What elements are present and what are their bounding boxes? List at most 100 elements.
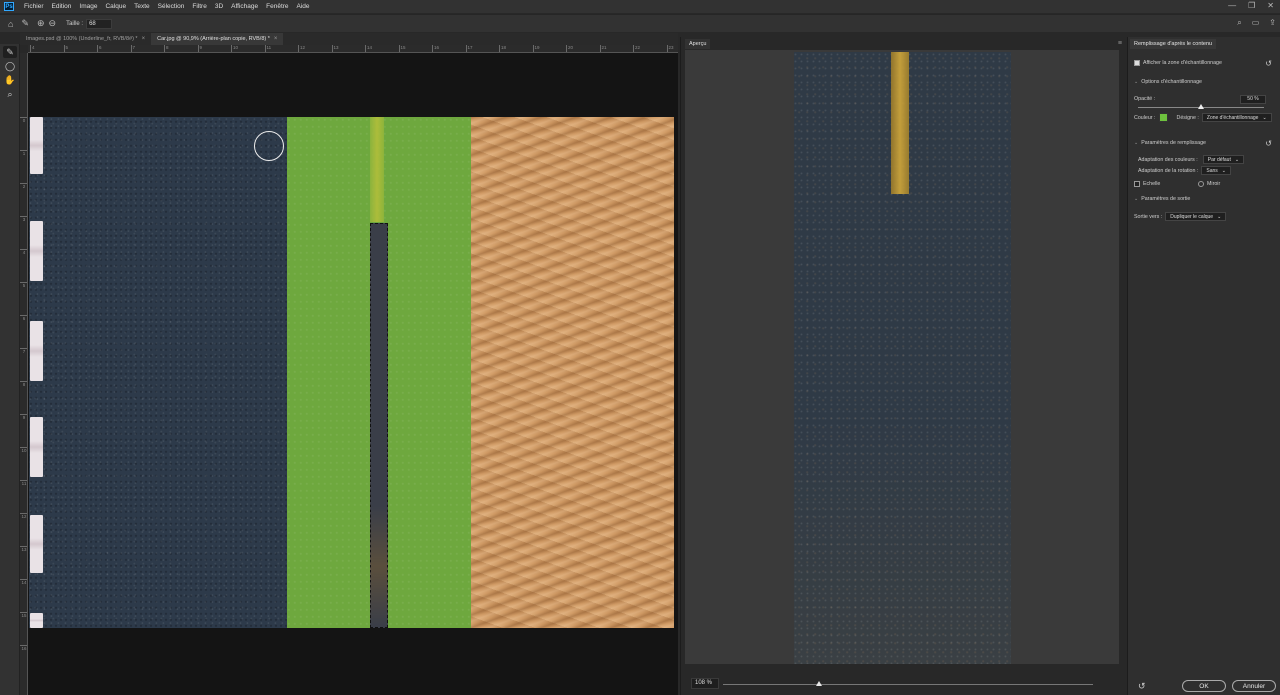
opacity-row: Opacité : bbox=[1134, 96, 1155, 102]
opacity-input[interactable]: 50 % bbox=[1240, 95, 1266, 104]
color-label: Couleur : bbox=[1134, 114, 1156, 121]
reset-icon[interactable]: ↺ bbox=[1265, 59, 1272, 68]
ruler-tick: 12 bbox=[298, 45, 305, 52]
ruler-tick: 20 bbox=[566, 45, 573, 52]
content-aware-fill-panel: Remplissage d'après le contenu Afficher … bbox=[1127, 37, 1280, 695]
ok-button[interactable]: OK bbox=[1182, 680, 1226, 692]
chevron-down-icon: ⌄ bbox=[1234, 156, 1240, 163]
size-input[interactable]: 68 bbox=[86, 18, 113, 29]
preview-image bbox=[794, 52, 1011, 664]
menu-fichier[interactable]: Fichier bbox=[24, 3, 44, 10]
chevron-down-icon: ⌄ bbox=[1134, 79, 1139, 85]
ruler-tick: 8 bbox=[164, 45, 169, 52]
zoom-slider[interactable] bbox=[723, 681, 1093, 686]
ruler-tick: 21 bbox=[599, 45, 607, 52]
tab-label: Images.psd @ 100% (Underline_fr, RVB/8#)… bbox=[26, 36, 138, 42]
sampling-options-header[interactable]: ⌄ Options d'échantillonnage bbox=[1134, 79, 1202, 85]
yellow-line-remnant bbox=[370, 117, 384, 222]
ruler-tick: 6 bbox=[97, 45, 102, 52]
output-dropdown[interactable]: Dupliquer le calque ⌄ bbox=[1165, 212, 1227, 221]
share-icon[interactable]: ⇪ bbox=[1269, 18, 1276, 28]
menu-aide[interactable]: Aide bbox=[297, 3, 310, 10]
menu-edition[interactable]: Edition bbox=[52, 3, 72, 10]
opacity-slider[interactable] bbox=[1138, 104, 1264, 109]
zoom-icon[interactable]: ⌕ bbox=[3, 88, 17, 100]
fill-settings-header[interactable]: ⌄ Paramètres de remplissage bbox=[1134, 140, 1206, 146]
subtract-from-area-icon[interactable]: ⊖ bbox=[49, 18, 57, 29]
menu-calque[interactable]: Calque bbox=[105, 3, 126, 10]
designate-dropdown[interactable]: Zone d'échantillonnage ⌄ bbox=[1201, 113, 1272, 122]
ruler-tick: 22 bbox=[633, 45, 640, 52]
ruler-tick: 10 bbox=[20, 447, 27, 453]
brush-icon[interactable]: ✎ bbox=[3, 46, 17, 58]
scale-checkbox[interactable] bbox=[1134, 181, 1140, 187]
menu-texte[interactable]: Texte bbox=[134, 3, 150, 10]
close-icon[interactable]: × bbox=[142, 36, 146, 42]
ruler-tick: 17 bbox=[465, 45, 473, 52]
ruler-tick: 11 bbox=[20, 480, 27, 486]
ruler-tick: 4 bbox=[30, 45, 35, 52]
hand-icon[interactable]: ✋ bbox=[3, 74, 17, 86]
options-bar: ⌂ ✎ ⊕ ⊖ Taille : 68 ⌕ ▭ ⇪ bbox=[0, 14, 1280, 32]
ruler-tick: 13 bbox=[20, 546, 27, 552]
lasso-icon[interactable]: ◯ bbox=[3, 60, 17, 72]
opacity-slider-thumb[interactable] bbox=[1198, 104, 1204, 109]
mirror-checkbox[interactable] bbox=[1198, 181, 1204, 187]
menu-selection[interactable]: Sélection bbox=[158, 3, 185, 10]
photoshop-logo: Ps bbox=[4, 2, 14, 11]
horizontal-ruler: 4567891011121314151617181920212223242526 bbox=[28, 45, 678, 53]
ruler-tick: 1 bbox=[20, 150, 27, 156]
output-row: Sortie vers : Dupliquer le calque ⌄ bbox=[1134, 212, 1227, 221]
color-swatch[interactable] bbox=[1158, 113, 1168, 122]
workspace-icon[interactable]: ▭ bbox=[1252, 18, 1260, 28]
document-tabs: Images.psd @ 100% (Underline_fr, RVB/8#)… bbox=[20, 33, 678, 45]
rotation-adapt-label: Adaptation de la rotation : bbox=[1138, 167, 1199, 174]
minimize-icon[interactable]: — bbox=[1228, 1, 1236, 10]
ruler-tick: 5 bbox=[20, 282, 27, 288]
chevron-down-icon: ⌄ bbox=[1217, 213, 1222, 220]
menu-affichage[interactable]: Affichage bbox=[231, 3, 258, 10]
tool-preset-icon[interactable]: ✎ bbox=[21, 18, 29, 29]
color-adapt-dropdown[interactable]: Par défaut ⌄ bbox=[1202, 155, 1245, 164]
brush-cursor bbox=[254, 131, 284, 161]
panel-tab[interactable]: Remplissage d'après le contenu bbox=[1130, 39, 1217, 49]
rotation-adapt-dropdown[interactable]: Sans ⌄ bbox=[1201, 166, 1231, 175]
menu-fenetre[interactable]: Fenêtre bbox=[266, 3, 288, 10]
ruler-tick: 5 bbox=[63, 45, 68, 52]
lane-marking bbox=[30, 221, 43, 281]
menu-filtre[interactable]: Filtre bbox=[192, 3, 206, 10]
output-settings-header[interactable]: ⌄ Paramètres de sortie bbox=[1134, 196, 1190, 202]
ruler-tick: 7 bbox=[20, 348, 27, 354]
add-to-area-icon[interactable]: ⊕ bbox=[37, 18, 45, 29]
show-sampling-checkbox[interactable] bbox=[1134, 60, 1140, 66]
close-icon[interactable]: × bbox=[274, 36, 278, 42]
preview-tab[interactable]: Aperçu bbox=[685, 39, 711, 49]
scale-row: Echelle bbox=[1134, 181, 1160, 187]
designate-value: Zone d'échantillonnage bbox=[1206, 114, 1259, 121]
ruler-tick: 7 bbox=[130, 45, 135, 52]
tab-car-jpg[interactable]: Car.jpg @ 90,9% (Arrière-plan copie, RVB… bbox=[151, 33, 284, 45]
mirror-label: Miroir bbox=[1207, 181, 1221, 187]
panel-menu-icon[interactable]: ≡ bbox=[1118, 40, 1122, 47]
selection-marquee[interactable] bbox=[370, 223, 388, 628]
home-icon[interactable]: ⌂ bbox=[8, 19, 13, 29]
restore-icon[interactable]: ❐ bbox=[1248, 1, 1255, 10]
rotation-adapt-row: Adaptation de la rotation : Sans ⌄ bbox=[1138, 166, 1231, 175]
ruler-tick: 19 bbox=[532, 45, 540, 52]
tab-images-psd[interactable]: Images.psd @ 100% (Underline_fr, RVB/8#)… bbox=[20, 33, 151, 45]
zoom-input[interactable]: 108 % bbox=[691, 678, 719, 689]
chevron-down-icon: ⌄ bbox=[1221, 167, 1226, 174]
menu-3d[interactable]: 3D bbox=[215, 3, 223, 10]
ruler-tick: 11 bbox=[264, 45, 271, 52]
reset-all-icon[interactable]: ↺ bbox=[1138, 681, 1146, 692]
ruler-tick: 14 bbox=[365, 45, 372, 52]
search-icon[interactable]: ⌕ bbox=[1237, 18, 1241, 28]
reset-icon[interactable]: ↺ bbox=[1265, 139, 1272, 148]
cancel-button[interactable]: Annuler bbox=[1232, 680, 1276, 692]
canvas-area[interactable] bbox=[28, 53, 678, 695]
zoom-slider-thumb[interactable] bbox=[816, 681, 823, 686]
menu-image[interactable]: Image bbox=[79, 3, 97, 10]
close-icon[interactable]: ✕ bbox=[1267, 1, 1274, 10]
tab-label: Car.jpg @ 90,9% (Arrière-plan copie, RVB… bbox=[157, 36, 270, 42]
preview-area[interactable] bbox=[685, 50, 1119, 664]
